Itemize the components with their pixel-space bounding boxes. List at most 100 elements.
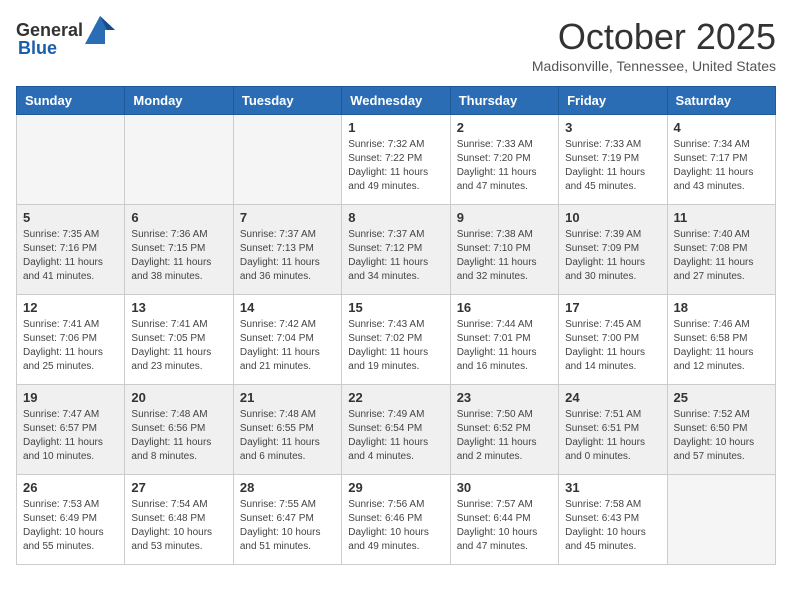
- day-number: 19: [23, 390, 118, 405]
- day-info: Sunrise: 7:53 AM Sunset: 6:49 PM Dayligh…: [23, 498, 118, 554]
- day-number: 10: [565, 210, 660, 225]
- day-number: 28: [240, 480, 335, 495]
- calendar-day-cell: 12Sunrise: 7:41 AM Sunset: 7:06 PM Dayli…: [17, 295, 125, 385]
- calendar-week-row: 5 Sunrise: 7:35 AM Sunset: 7:16 PM Daylig…: [17, 205, 776, 295]
- day-info: Sunrise: 7:36 AM Sunset: 7:15 PM Dayligh…: [131, 228, 226, 284]
- day-number: 15: [348, 300, 443, 315]
- calendar-day-cell: 20Sunrise: 7:48 AM Sunset: 6:56 PM Dayli…: [125, 385, 233, 475]
- day-info: Sunrise: 7:50 AM Sunset: 6:52 PM Dayligh…: [457, 408, 552, 464]
- day-info: Sunrise: 7:54 AM Sunset: 6:48 PM Dayligh…: [131, 498, 226, 554]
- day-info: Sunrise: 7:44 AM Sunset: 7:01 PM Dayligh…: [457, 318, 552, 374]
- calendar-day-cell: 13 Sunrise: 7:41 AM Sunset: 7:05 PM Dayli…: [125, 295, 233, 385]
- calendar-day-cell: 8 Sunrise: 7:37 AM Sunset: 7:12 PM Daylig…: [342, 205, 450, 295]
- day-info: Sunrise: 7:32 AM Sunset: 7:22 PM Dayligh…: [348, 138, 443, 194]
- day-number: 22: [348, 390, 443, 405]
- day-info: Sunrise: 7:48 AM Sunset: 6:55 PM Dayligh…: [240, 408, 335, 464]
- calendar-week-row: 19 Sunrise: 7:47 AM Sunset: 6:57 PM Dayli…: [17, 385, 776, 475]
- day-info: Sunrise: 7:47 AM Sunset: 6:57 PM Dayligh…: [23, 408, 118, 464]
- day-info: Sunrise: 7:41 AM Sunset: 7:05 PM Dayligh…: [131, 318, 226, 374]
- day-info: Sunrise: 7:37 AM Sunset: 7:12 PM Dayligh…: [348, 228, 443, 284]
- calendar-day-cell: 3Sunrise: 7:33 AM Sunset: 7:19 PM Daylig…: [559, 115, 667, 205]
- day-info: Sunrise: 7:56 AM Sunset: 6:46 PM Dayligh…: [348, 498, 443, 554]
- month-title: October 2025: [532, 16, 776, 58]
- calendar-day-cell: 9 Sunrise: 7:38 AM Sunset: 7:10 PM Daylig…: [450, 205, 558, 295]
- title-block: October 2025 Madisonville, Tennessee, Un…: [532, 16, 776, 74]
- calendar-day-cell: 10 Sunrise: 7:39 AM Sunset: 7:09 PM Dayli…: [559, 205, 667, 295]
- day-number: 1: [348, 120, 443, 135]
- calendar-day-cell: 4 Sunrise: 7:34 AM Sunset: 7:17 PM Daylig…: [667, 115, 775, 205]
- calendar-day-cell: 26 Sunrise: 7:53 AM Sunset: 6:49 PM Dayli…: [17, 475, 125, 565]
- calendar-day-cell: 31 Sunrise: 7:58 AM Sunset: 6:43 PM Dayli…: [559, 475, 667, 565]
- calendar-week-row: 26 Sunrise: 7:53 AM Sunset: 6:49 PM Dayli…: [17, 475, 776, 565]
- weekday-header: Tuesday: [233, 87, 341, 115]
- day-info: Sunrise: 7:34 AM Sunset: 7:17 PM Dayligh…: [674, 138, 769, 194]
- calendar-day-cell: 7Sunrise: 7:37 AM Sunset: 7:13 PM Daylig…: [233, 205, 341, 295]
- weekday-header: Wednesday: [342, 87, 450, 115]
- calendar-day-cell: [125, 115, 233, 205]
- calendar-day-cell: 24Sunrise: 7:51 AM Sunset: 6:51 PM Dayli…: [559, 385, 667, 475]
- day-number: 8: [348, 210, 443, 225]
- day-number: 14: [240, 300, 335, 315]
- day-number: 6: [131, 210, 226, 225]
- day-info: Sunrise: 7:39 AM Sunset: 7:09 PM Dayligh…: [565, 228, 660, 284]
- day-info: Sunrise: 7:43 AM Sunset: 7:02 PM Dayligh…: [348, 318, 443, 374]
- calendar-day-cell: 15 Sunrise: 7:43 AM Sunset: 7:02 PM Dayli…: [342, 295, 450, 385]
- day-number: 3: [565, 120, 660, 135]
- day-number: 18: [674, 300, 769, 315]
- day-number: 2: [457, 120, 552, 135]
- calendar-header-row: SundayMondayTuesdayWednesdayThursdayFrid…: [17, 87, 776, 115]
- logo: General Blue: [16, 16, 117, 59]
- weekday-header: Saturday: [667, 87, 775, 115]
- day-info: Sunrise: 7:38 AM Sunset: 7:10 PM Dayligh…: [457, 228, 552, 284]
- calendar-day-cell: 14 Sunrise: 7:42 AM Sunset: 7:04 PM Dayli…: [233, 295, 341, 385]
- calendar-day-cell: 18 Sunrise: 7:46 AM Sunset: 6:58 PM Dayli…: [667, 295, 775, 385]
- calendar-day-cell: 16 Sunrise: 7:44 AM Sunset: 7:01 PM Dayli…: [450, 295, 558, 385]
- day-info: Sunrise: 7:35 AM Sunset: 7:16 PM Dayligh…: [23, 228, 118, 284]
- day-number: 13: [131, 300, 226, 315]
- logo-icon: [85, 16, 115, 44]
- calendar-day-cell: 1 Sunrise: 7:32 AM Sunset: 7:22 PM Daylig…: [342, 115, 450, 205]
- page-header: General Blue October 2025 Madisonville, …: [16, 16, 776, 74]
- calendar-day-cell: [667, 475, 775, 565]
- day-info: Sunrise: 7:46 AM Sunset: 6:58 PM Dayligh…: [674, 318, 769, 374]
- day-number: 11: [674, 210, 769, 225]
- day-info: Sunrise: 7:42 AM Sunset: 7:04 PM Dayligh…: [240, 318, 335, 374]
- day-number: 9: [457, 210, 552, 225]
- day-number: 5: [23, 210, 118, 225]
- day-number: 16: [457, 300, 552, 315]
- day-info: Sunrise: 7:58 AM Sunset: 6:43 PM Dayligh…: [565, 498, 660, 554]
- day-number: 4: [674, 120, 769, 135]
- day-number: 24: [565, 390, 660, 405]
- calendar-day-cell: 25 Sunrise: 7:52 AM Sunset: 6:50 PM Dayli…: [667, 385, 775, 475]
- day-number: 31: [565, 480, 660, 495]
- calendar-day-cell: [233, 115, 341, 205]
- calendar-day-cell: 29Sunrise: 7:56 AM Sunset: 6:46 PM Dayli…: [342, 475, 450, 565]
- day-info: Sunrise: 7:55 AM Sunset: 6:47 PM Dayligh…: [240, 498, 335, 554]
- day-number: 27: [131, 480, 226, 495]
- day-number: 30: [457, 480, 552, 495]
- logo-blue: Blue: [18, 38, 57, 59]
- day-info: Sunrise: 7:40 AM Sunset: 7:08 PM Dayligh…: [674, 228, 769, 284]
- weekday-header: Thursday: [450, 87, 558, 115]
- day-number: 25: [674, 390, 769, 405]
- day-number: 26: [23, 480, 118, 495]
- day-number: 12: [23, 300, 118, 315]
- day-info: Sunrise: 7:52 AM Sunset: 6:50 PM Dayligh…: [674, 408, 769, 464]
- day-info: Sunrise: 7:49 AM Sunset: 6:54 PM Dayligh…: [348, 408, 443, 464]
- weekday-header: Sunday: [17, 87, 125, 115]
- calendar-day-cell: 22 Sunrise: 7:49 AM Sunset: 6:54 PM Dayli…: [342, 385, 450, 475]
- calendar-day-cell: 5 Sunrise: 7:35 AM Sunset: 7:16 PM Daylig…: [17, 205, 125, 295]
- weekday-header: Monday: [125, 87, 233, 115]
- calendar-day-cell: 30Sunrise: 7:57 AM Sunset: 6:44 PM Dayli…: [450, 475, 558, 565]
- calendar-day-cell: 28 Sunrise: 7:55 AM Sunset: 6:47 PM Dayli…: [233, 475, 341, 565]
- calendar-day-cell: 2Sunrise: 7:33 AM Sunset: 7:20 PM Daylig…: [450, 115, 558, 205]
- day-info: Sunrise: 7:37 AM Sunset: 7:13 PM Dayligh…: [240, 228, 335, 284]
- calendar-day-cell: 17Sunrise: 7:45 AM Sunset: 7:00 PM Dayli…: [559, 295, 667, 385]
- day-number: 23: [457, 390, 552, 405]
- calendar-day-cell: [17, 115, 125, 205]
- day-info: Sunrise: 7:45 AM Sunset: 7:00 PM Dayligh…: [565, 318, 660, 374]
- weekday-header: Friday: [559, 87, 667, 115]
- calendar-table: SundayMondayTuesdayWednesdayThursdayFrid…: [16, 86, 776, 565]
- day-number: 20: [131, 390, 226, 405]
- calendar-day-cell: 6 Sunrise: 7:36 AM Sunset: 7:15 PM Daylig…: [125, 205, 233, 295]
